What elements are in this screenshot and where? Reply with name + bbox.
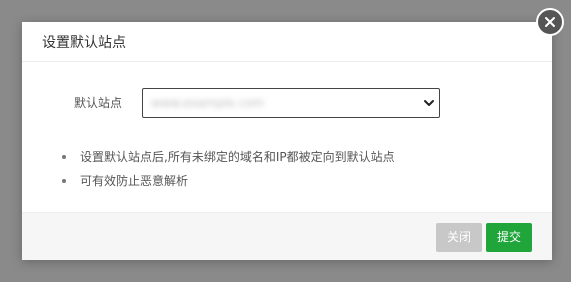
dialog-header: 设置默认站点 xyxy=(22,22,552,62)
chevron-down-icon xyxy=(424,100,434,106)
close-icon xyxy=(545,17,555,27)
close-button[interactable]: 关闭 xyxy=(436,223,482,252)
bullet-icon xyxy=(62,179,66,183)
tip-item: 可有效防止恶意解析 xyxy=(62,169,395,193)
default-site-row: 默认站点 www.example.com xyxy=(22,88,552,118)
bullet-icon xyxy=(62,155,66,159)
tip-text: 可有效防止恶意解析 xyxy=(80,174,189,188)
dialog-title: 设置默认站点 xyxy=(42,34,126,51)
dialog-footer: 关闭 提交 xyxy=(22,212,552,260)
set-default-site-dialog: 设置默认站点 默认站点 www.example.com 设置默认站点后,所有未绑… xyxy=(22,22,552,260)
tip-item: 设置默认站点后,所有未绑定的域名和IP都被定向到默认站点 xyxy=(62,145,395,169)
default-site-select[interactable]: www.example.com xyxy=(142,88,440,118)
dialog-close-button[interactable] xyxy=(536,8,564,36)
submit-button[interactable]: 提交 xyxy=(486,223,532,252)
tips-list: 设置默认站点后,所有未绑定的域名和IP都被定向到默认站点 可有效防止恶意解析 xyxy=(62,145,395,193)
tip-text: 设置默认站点后,所有未绑定的域名和IP都被定向到默认站点 xyxy=(80,150,395,164)
default-site-select-value: www.example.com xyxy=(151,96,265,110)
default-site-label: 默认站点 xyxy=(74,96,123,110)
